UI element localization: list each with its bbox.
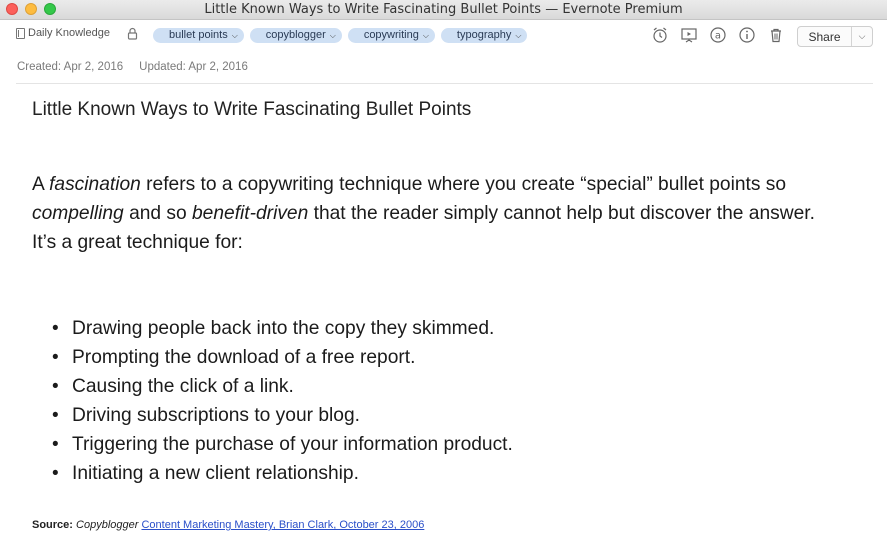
tag-typography[interactable]: typography ⌵: [440, 28, 528, 43]
source-publisher: Copyblogger: [76, 519, 139, 531]
info-icon[interactable]: [738, 26, 756, 44]
mention-icon[interactable]: a: [709, 26, 727, 44]
list-item: Driving subscriptions to your blog.: [52, 401, 513, 430]
list-item: Prompting the download of a free report.: [52, 343, 513, 372]
share-label[interactable]: Share: [798, 27, 852, 46]
chevron-down-icon: ⌵: [422, 31, 429, 40]
lock-icon[interactable]: [127, 27, 138, 40]
list-item: Drawing people back into the copy they s…: [52, 314, 513, 343]
notebook-icon: [16, 27, 25, 39]
trash-icon[interactable]: [767, 26, 785, 44]
header-divider: [16, 83, 873, 84]
source-citation: Source: Copyblogger Content Marketing Ma…: [32, 519, 424, 531]
tag-label: bullet points: [169, 29, 228, 41]
window-titlebar: Little Known Ways to Write Fascinating B…: [0, 0, 887, 20]
chevron-down-icon: ⌵: [329, 31, 336, 40]
present-icon[interactable]: [680, 26, 698, 44]
list-item: Triggering the purchase of your informat…: [52, 430, 513, 459]
intro-text: that the reader simply cannot help but d…: [308, 203, 815, 224]
tag-bullet-points[interactable]: bullet points ⌵: [153, 28, 244, 43]
toolbar-actions: a: [651, 26, 785, 44]
list-item: Causing the click of a link.: [52, 372, 513, 401]
intro-text: refers to a copywriting technique where …: [140, 174, 787, 195]
tag-label: copywriting: [363, 29, 419, 41]
intro-emphasis: compelling: [32, 203, 124, 224]
lead-sentence: It’s a great technique for:: [32, 232, 243, 253]
tag-copyblogger[interactable]: copyblogger ⌵: [249, 28, 342, 43]
notebook-name: Daily Knowledge: [28, 27, 110, 39]
window-title: Little Known Ways to Write Fascinating B…: [204, 2, 683, 17]
bullet-list: Drawing people back into the copy they s…: [52, 314, 513, 488]
chevron-down-icon: ⌵: [515, 31, 522, 40]
intro-emphasis: fascination: [49, 174, 141, 195]
created-date: Created: Apr 2, 2016: [17, 61, 124, 73]
source-label: Source:: [32, 519, 73, 531]
intro-emphasis: benefit-driven: [192, 203, 309, 224]
source-link[interactable]: Content Marketing Mastery, Brian Clark, …: [141, 519, 424, 531]
tag-label: typography: [456, 29, 512, 41]
svg-text:a: a: [715, 31, 721, 42]
note-title[interactable]: Little Known Ways to Write Fascinating B…: [32, 99, 471, 121]
intro-text: and so: [123, 203, 193, 224]
note-metadata: Created: Apr 2, 2016 Updated: Apr 2, 201…: [17, 61, 248, 73]
list-item: Initiating a new client relationship.: [52, 459, 513, 488]
chevron-down-icon[interactable]: ⌵: [852, 27, 872, 46]
tag-list: bullet points ⌵ copyblogger ⌵ copywritin…: [153, 28, 528, 43]
notebook-selector[interactable]: Daily Knowledge: [16, 27, 110, 39]
intro-paragraph: A fascination refers to a copywriting te…: [32, 170, 852, 228]
share-button[interactable]: Share ⌵: [797, 26, 873, 47]
updated-date: Updated: Apr 2, 2016: [139, 61, 248, 73]
note-toolbar: Daily Knowledge bullet points ⌵ copyblog…: [0, 21, 887, 51]
tag-label: copyblogger: [265, 29, 326, 41]
tag-copywriting[interactable]: copywriting ⌵: [347, 28, 435, 43]
intro-text: A: [32, 174, 50, 195]
reminder-icon[interactable]: [651, 26, 669, 44]
note-body[interactable]: A fascination refers to a copywriting te…: [32, 170, 852, 257]
chevron-down-icon: ⌵: [231, 31, 238, 40]
